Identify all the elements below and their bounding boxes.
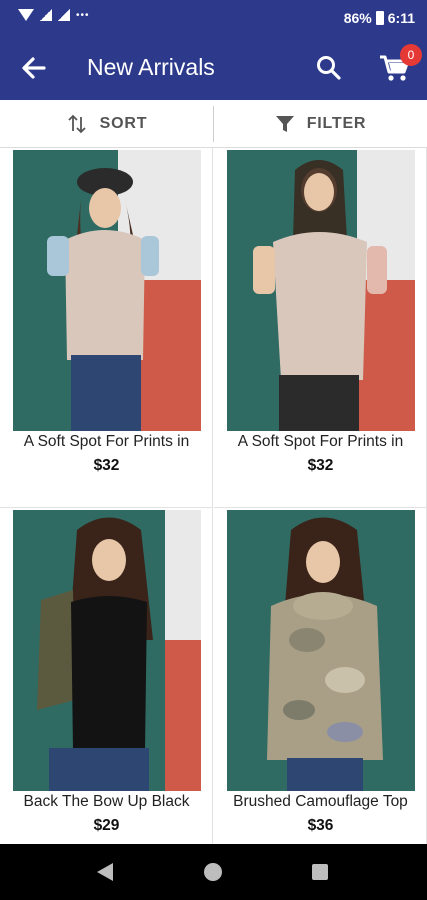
product-price: $36 <box>307 817 334 834</box>
system-nav-bar <box>0 844 427 900</box>
signal-icon-2 <box>58 9 70 21</box>
product-image[interactable] <box>227 150 415 431</box>
product-price: $32 <box>307 457 334 474</box>
filter-button[interactable]: FILTER <box>214 100 427 148</box>
signal-icon <box>40 9 52 21</box>
product-image[interactable] <box>227 510 415 791</box>
nav-home-icon[interactable] <box>204 863 222 881</box>
product-card[interactable]: Back The Bow Up Black $29 <box>0 508 213 868</box>
search-icon[interactable] <box>314 53 344 83</box>
product-name: Brushed Camouflage Top <box>233 793 408 810</box>
sort-filter-toolbar: SORT FILTER <box>0 100 427 148</box>
product-name: A Soft Spot For Prints in <box>23 433 190 450</box>
nav-recents-icon[interactable] <box>312 864 328 880</box>
nav-back-icon[interactable] <box>97 863 113 881</box>
status-icons-right: 86% 6:11 <box>344 10 415 26</box>
product-image[interactable] <box>13 150 201 431</box>
wifi-icon <box>18 9 34 21</box>
product-price: $32 <box>93 457 120 474</box>
app-bar: New Arrivals 0 <box>0 36 427 100</box>
battery-percent: 86% <box>343 10 372 26</box>
battery-icon <box>375 11 384 25</box>
more-notifications-icon: ••• <box>76 9 90 21</box>
product-card[interactable]: Brushed Camouflage Top $36 <box>214 508 427 868</box>
product-image[interactable] <box>13 510 201 791</box>
sort-button[interactable]: SORT <box>0 100 213 148</box>
filter-icon <box>275 116 294 132</box>
sort-icon <box>68 114 86 134</box>
arrow-back-icon[interactable] <box>18 52 50 84</box>
page-title: New Arrivals <box>87 54 215 80</box>
clock: 6:11 <box>387 10 415 26</box>
cart-count-badge: 0 <box>400 44 422 66</box>
product-name: Back The Bow Up Black <box>23 793 190 810</box>
status-bar: ••• 86% 6:11 <box>0 0 427 36</box>
product-card[interactable]: A Soft Spot For Prints in $32 <box>214 148 427 508</box>
sort-label: SORT <box>99 115 148 132</box>
product-price: $29 <box>93 817 120 834</box>
product-grid: A Soft Spot For Prints in $32 A Soft Spo… <box>0 148 427 868</box>
filter-label: FILTER <box>306 115 367 132</box>
product-name: A Soft Spot For Prints in <box>237 433 404 450</box>
status-icons-left: ••• <box>18 9 90 21</box>
product-card[interactable]: A Soft Spot For Prints in $32 <box>0 148 213 508</box>
